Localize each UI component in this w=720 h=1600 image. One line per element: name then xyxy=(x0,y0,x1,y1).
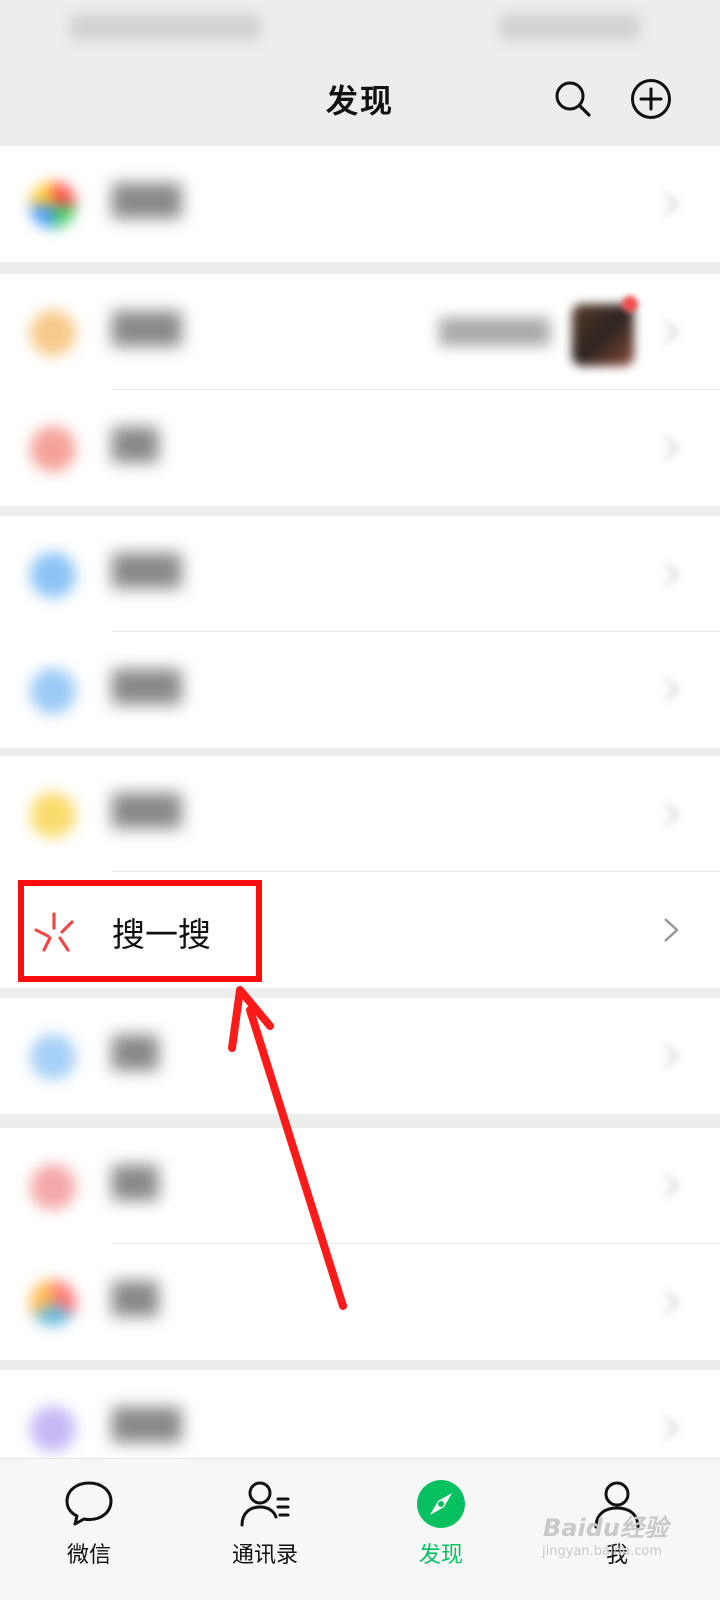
watermark-logo: Baidu经验 xyxy=(543,1514,668,1542)
arrow-shaft xyxy=(246,1006,347,1310)
tab-discover[interactable]: 发现 xyxy=(381,1477,501,1587)
tab-label: 发现 xyxy=(418,1543,463,1568)
contacts-icon xyxy=(240,1481,290,1527)
chat-bubble-icon xyxy=(65,1481,113,1526)
tab-label: 通讯录 xyxy=(231,1543,298,1568)
watermark-url: jingyan.baidu.com xyxy=(542,1544,662,1559)
compass-icon xyxy=(417,1480,465,1528)
tab-chats[interactable]: 微信 xyxy=(29,1477,149,1587)
annotation-arrow xyxy=(228,986,347,1310)
tab-label: 微信 xyxy=(66,1543,111,1568)
tab-contacts[interactable]: 通讯录 xyxy=(205,1477,325,1587)
